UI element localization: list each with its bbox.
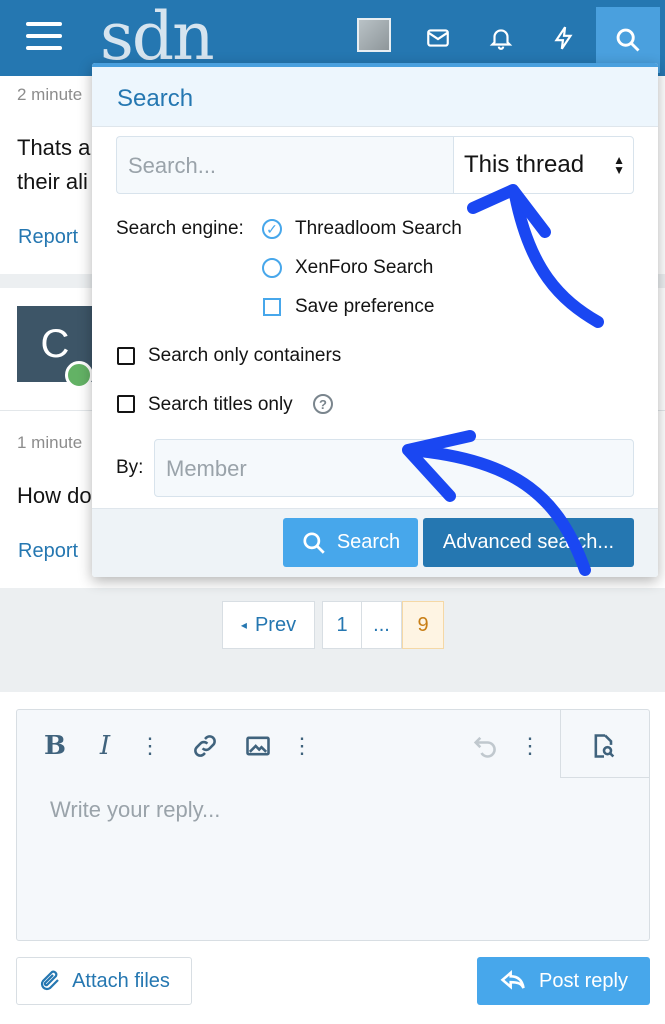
only-containers-checkbox[interactable] [117,347,135,365]
advanced-search-button[interactable]: Advanced search... [423,518,634,567]
pagination: ◂ Prev 1 ... 9 [222,601,444,649]
user-avatar[interactable] [357,18,391,52]
post-text-line: their ali [17,169,88,194]
prev-button[interactable]: ◂ Prev [222,601,315,649]
attach-files-button[interactable]: Attach files [16,957,192,1005]
check-icon: ✓ [266,220,278,237]
titles-only-checkbox[interactable] [117,395,135,413]
popup-header: Search [92,67,658,127]
prev-label: Prev [254,613,297,636]
search-input[interactable]: Search... [116,136,453,194]
pager-gap [315,601,322,649]
preview-icon[interactable] [587,728,621,764]
only-containers-label[interactable]: Search only containers [148,345,341,367]
toolbar-divider [560,777,650,778]
image-icon[interactable] [241,728,275,764]
search-popup: Search Search... This thread ▲ ▼ Search e… [92,63,658,577]
more-icon[interactable]: ⋮ [518,728,542,764]
page-1[interactable]: 1 [322,601,362,649]
radio-threadloom[interactable]: ✓ [262,219,282,239]
chevron-left-icon: ◂ [240,618,247,632]
toolbar-divider [560,710,561,778]
report-link[interactable]: Report [18,540,78,563]
search-submit-label: Search [336,531,401,553]
menu-icon[interactable] [26,22,62,52]
post-time[interactable]: 1 minute [17,433,82,453]
bell-icon[interactable] [481,18,521,58]
bold-icon[interactable]: B [40,728,70,764]
paperclip-icon [40,970,59,991]
reply-placeholder: Write your reply... [50,797,221,822]
titles-only-label[interactable]: Search titles only [148,394,293,416]
save-preference-checkbox[interactable] [263,298,281,316]
by-label: By: [116,457,144,478]
member-input[interactable]: Member [154,439,634,497]
post-reply-label: Post reply [539,969,628,992]
post-text-line: How do [17,483,92,508]
mail-icon[interactable] [418,18,458,58]
post-text-line: Thats a [17,135,91,160]
radio-xenforo[interactable] [262,258,282,278]
attach-files-label: Attach files [72,969,170,992]
search-engine-label: Search engine: [116,218,244,239]
select-arrows-icon: ▲ ▼ [613,153,625,177]
post-time[interactable]: 2 minute [17,85,82,105]
help-icon[interactable]: ? [313,394,333,414]
save-preference-label[interactable]: Save preference [295,296,434,318]
search-icon [303,531,325,554]
site-logo[interactable]: sdn [100,2,215,72]
page-ellipsis[interactable]: ... [362,601,402,649]
popup-title: Search [117,85,194,112]
undo-icon[interactable] [469,728,501,764]
more-icon[interactable]: ⋮ [138,728,162,764]
reply-icon [500,970,525,990]
engine-option-threadloom[interactable]: Threadloom Search [295,218,462,240]
search-submit-button[interactable]: Search [283,518,418,567]
link-icon[interactable] [188,728,222,764]
more-icon[interactable]: ⋮ [290,728,314,764]
report-link[interactable]: Report [18,226,78,249]
engine-option-xenforo[interactable]: XenForo Search [295,257,433,279]
search-scope-value: This thread [464,151,585,178]
online-status-icon [65,361,93,389]
post-reply-button[interactable]: Post reply [477,957,650,1005]
search-scope-select[interactable]: This thread ▲ ▼ [453,136,634,194]
page-current[interactable]: 9 [402,601,444,649]
bolt-icon[interactable] [544,18,584,58]
italic-icon[interactable]: I [90,728,120,764]
